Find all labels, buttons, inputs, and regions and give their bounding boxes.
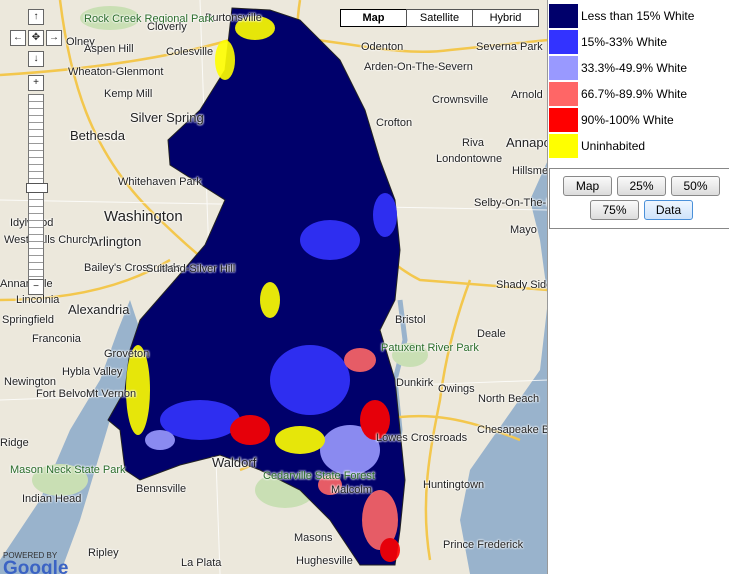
legend-swatch bbox=[549, 108, 578, 132]
place-label: Riva bbox=[462, 137, 485, 149]
place-label: Lincolnia bbox=[16, 294, 60, 306]
place-label: Hughesville bbox=[296, 555, 353, 567]
opacity-map-button[interactable]: Map bbox=[563, 176, 612, 196]
place-label: Masons bbox=[294, 532, 333, 544]
legend-item: 66.7%-89.9% White bbox=[549, 81, 694, 107]
map-canvas[interactable]: Burtonsville Rock Creek Regional Park Ol… bbox=[0, 0, 548, 574]
place-label: North Beach bbox=[478, 393, 540, 405]
zoom-out-icon[interactable]: − bbox=[28, 279, 44, 295]
legend-label: 33.3%-49.9% White bbox=[581, 61, 688, 75]
place-label: Whitehaven Park bbox=[118, 176, 202, 188]
place-label: Groveton bbox=[104, 348, 150, 360]
zoom-in-icon[interactable]: + bbox=[28, 75, 44, 91]
legend-item: 33.3%-49.9% White bbox=[549, 55, 694, 81]
place-label: Owings bbox=[438, 383, 475, 395]
place-label: Mt Vernon bbox=[86, 388, 137, 400]
place-label: Hillsmere Shores bbox=[512, 165, 548, 177]
map-type-hybrid-button[interactable]: Hybrid bbox=[472, 9, 539, 27]
map-type-satellite-button[interactable]: Satellite bbox=[406, 9, 473, 27]
place-label: Annandale bbox=[0, 278, 53, 290]
place-label: Patuxent River Park bbox=[381, 342, 479, 354]
legend-swatch bbox=[549, 4, 578, 28]
place-label: Hybla Valley bbox=[62, 366, 123, 378]
legend-item: Less than 15% White bbox=[549, 3, 694, 29]
place-label: Cedarville State Forest bbox=[263, 470, 375, 482]
place-label: Malcolm bbox=[331, 484, 372, 496]
zoom-slider[interactable] bbox=[26, 94, 48, 286]
legend-label: 90%-100% White bbox=[581, 113, 674, 127]
place-label: Franconia bbox=[32, 333, 81, 345]
place-label: Waldorf bbox=[212, 455, 257, 470]
side-panel: Less than 15% White 15%-33% White 33.3%-… bbox=[548, 0, 729, 574]
legend-item: 15%-33% White bbox=[549, 29, 694, 55]
place-label: Indian Head bbox=[22, 493, 82, 505]
place-label: Springfield bbox=[2, 314, 54, 326]
place-label: West Falls Church bbox=[4, 234, 94, 246]
legend-swatch bbox=[549, 82, 578, 106]
place-label: Crofton bbox=[376, 117, 413, 129]
map-type-map-button[interactable]: Map bbox=[340, 9, 407, 27]
place-label: Dunkirk bbox=[396, 377, 434, 389]
place-label: Ridge bbox=[0, 437, 29, 449]
place-label: Colesville bbox=[166, 46, 214, 58]
opacity-50-button[interactable]: 50% bbox=[671, 176, 720, 196]
data-button[interactable]: Data bbox=[644, 200, 693, 220]
legend-swatch bbox=[549, 56, 578, 80]
map-type-selector: Map Satellite Hybrid bbox=[340, 9, 539, 27]
place-label: Arden-On-The-Severn bbox=[364, 61, 473, 73]
opacity-controls: Map 25% 50% 75% Data bbox=[549, 168, 729, 229]
place-label: Mayo bbox=[510, 224, 537, 236]
place-label: Cloverly bbox=[147, 21, 187, 33]
google-logo[interactable]: Google bbox=[3, 558, 68, 574]
place-label: La Plata bbox=[181, 557, 222, 569]
place-label: Suitland-Silver Hill bbox=[146, 263, 236, 275]
place-label: Shady Side bbox=[496, 279, 548, 291]
place-label: Prince Frederick bbox=[443, 539, 524, 551]
place-label: Arlington bbox=[90, 234, 142, 249]
place-label: Silver Spring bbox=[130, 110, 204, 125]
opacity-25-button[interactable]: 25% bbox=[617, 176, 666, 196]
pan-down-icon[interactable]: ↓ bbox=[28, 51, 44, 67]
place-label: Bristol bbox=[395, 314, 426, 326]
legend-label: 66.7%-89.9% White bbox=[581, 87, 688, 101]
place-label: Deale bbox=[477, 328, 506, 340]
legend: Less than 15% White 15%-33% White 33.3%-… bbox=[549, 3, 694, 159]
place-label: Wheaton-Glenmont bbox=[68, 66, 164, 78]
pan-right-icon[interactable]: → bbox=[46, 30, 62, 46]
place-label: Selby-On-The-Bay bbox=[474, 197, 548, 209]
place-label: Kemp Mill bbox=[104, 88, 153, 100]
place-label: Fort Belvoir bbox=[36, 388, 93, 400]
place-label: Londontowne bbox=[436, 153, 503, 165]
legend-label: Less than 15% White bbox=[581, 9, 695, 23]
place-label: Washington bbox=[104, 208, 183, 225]
place-label: Arnold bbox=[511, 89, 543, 101]
pan-up-icon[interactable]: ↑ bbox=[28, 9, 44, 25]
opacity-75-button[interactable]: 75% bbox=[590, 200, 639, 220]
place-label: Annapolis bbox=[506, 135, 548, 150]
legend-item: 90%-100% White bbox=[549, 107, 694, 133]
legend-swatch bbox=[549, 134, 578, 158]
place-label: Chesapeake Beach bbox=[477, 424, 548, 436]
place-label: Aspen Hill bbox=[84, 43, 134, 55]
zoom-slider-knob[interactable] bbox=[26, 183, 48, 193]
pan-center-icon[interactable]: ✥ bbox=[28, 30, 44, 46]
place-label: Mason Neck State Park bbox=[10, 464, 126, 476]
place-label: Alexandria bbox=[68, 302, 130, 317]
pan-left-icon[interactable]: ← bbox=[10, 30, 26, 46]
place-label: Ripley bbox=[88, 547, 119, 559]
legend-label: Uninhabited bbox=[581, 139, 646, 153]
place-label: Crownsville bbox=[432, 94, 489, 106]
place-label: Severna Park bbox=[476, 41, 543, 53]
place-label: Bennsville bbox=[136, 483, 187, 495]
legend-item: Uninhabited bbox=[549, 133, 694, 159]
place-label: Huntingtown bbox=[423, 479, 485, 491]
legend-swatch bbox=[549, 30, 578, 54]
place-label: Odenton bbox=[361, 41, 404, 53]
legend-label: 15%-33% White bbox=[581, 35, 668, 49]
place-label: Bethesda bbox=[70, 128, 125, 143]
place-label: Newington bbox=[4, 376, 56, 388]
place-label: Lowes Crossroads bbox=[376, 432, 468, 444]
